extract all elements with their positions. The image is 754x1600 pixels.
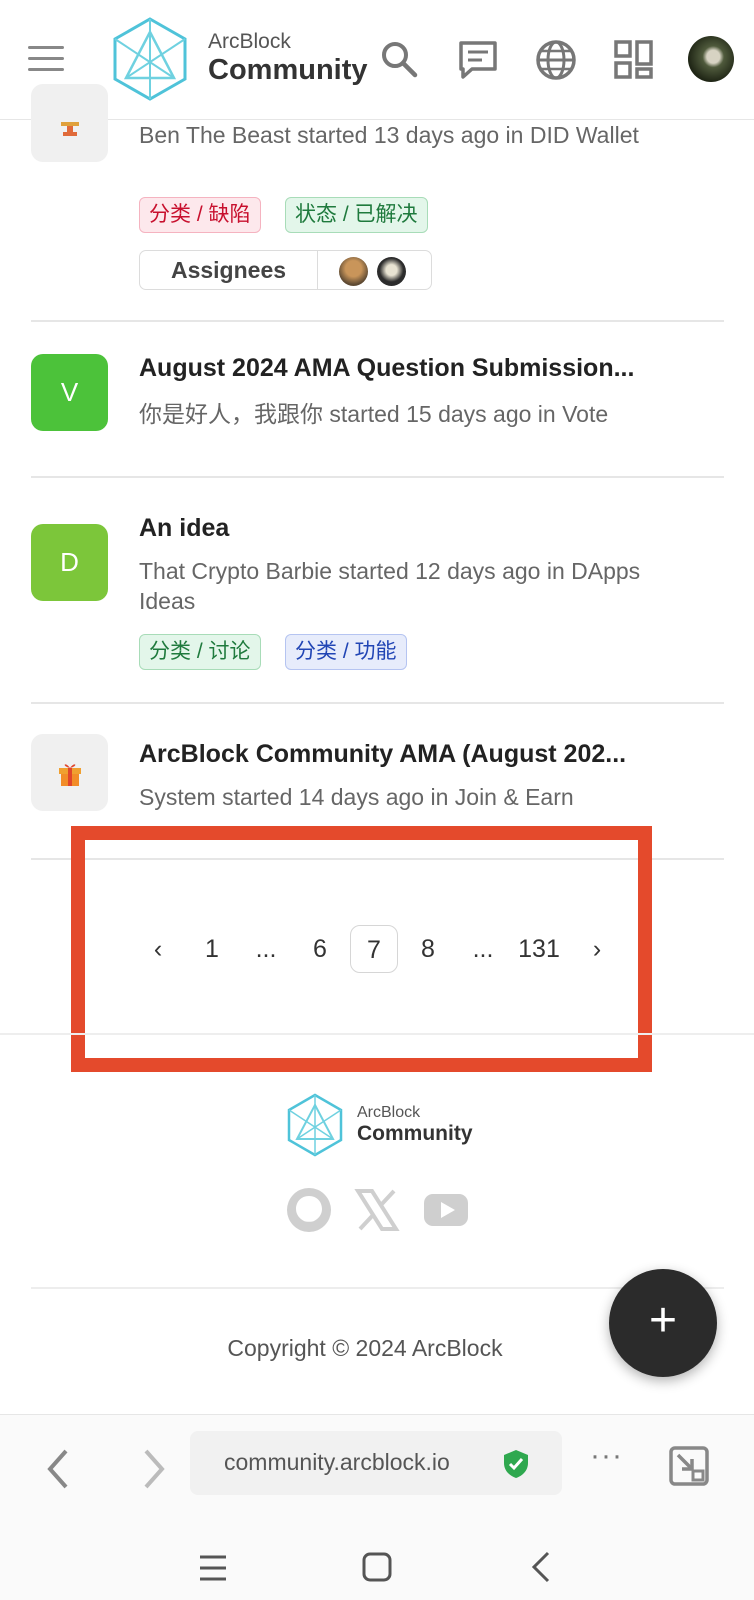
assignees-box[interactable]: Assignees	[139, 250, 432, 290]
browser-back-icon[interactable]	[44, 1447, 72, 1491]
assignees-label: Assignees	[140, 251, 318, 289]
divider	[31, 476, 724, 478]
menu-icon[interactable]	[28, 46, 64, 72]
topic-meta: Ben The Beast started 13 days ago in DID…	[139, 122, 639, 148]
browser-toolbar: community.arcblock.io ···	[0, 1414, 754, 1526]
topic-title[interactable]: ArcBlock Community AMA (August 202...	[139, 740, 626, 769]
browser-forward-icon[interactable]	[140, 1447, 168, 1491]
arcblock-logo[interactable]	[110, 16, 190, 102]
topic-meta: System started 14 days ago in Join & Ear…	[139, 784, 574, 810]
footer-brand-small: ArcBlock	[357, 1104, 421, 1121]
assignee-avatar[interactable]	[377, 257, 406, 286]
search-icon[interactable]	[378, 38, 422, 82]
secure-shield-icon	[504, 1450, 528, 1478]
topic-title[interactable]: August 2024 AMA Question Submission...	[139, 354, 634, 383]
url-bar[interactable]: community.arcblock.io	[190, 1431, 562, 1495]
topic-title[interactable]: An idea	[139, 514, 229, 543]
app-header: ArcBlock Community	[0, 0, 754, 120]
tag-category-bug[interactable]: 分类 / 缺陷	[139, 197, 261, 233]
minimize-window-icon[interactable]	[668, 1445, 710, 1487]
github-icon[interactable]	[286, 1187, 332, 1233]
brand-small: ArcBlock	[208, 30, 291, 53]
gift-icon	[31, 734, 108, 811]
tag-category-discussion[interactable]: 分类 / 讨论	[139, 634, 261, 670]
divider	[31, 702, 724, 704]
url-text: community.arcblock.io	[224, 1449, 450, 1475]
footer-brand[interactable]: ArcBlock Community	[357, 1104, 473, 1146]
assignee-avatar[interactable]	[339, 257, 368, 286]
tag-category-feature[interactable]: 分类 / 功能	[285, 634, 407, 670]
topic-meta: That Crypto Barbie started 12 days ago i…	[139, 558, 641, 614]
trophy-icon	[31, 84, 108, 162]
user-avatar[interactable]	[688, 36, 734, 82]
home-icon[interactable]	[362, 1552, 392, 1582]
brand-name[interactable]: ArcBlock Community	[208, 30, 368, 87]
tag-status-resolved[interactable]: 状态 / 已解决	[285, 197, 428, 233]
x-icon[interactable]	[354, 1187, 400, 1233]
new-topic-fab-button[interactable]: +	[609, 1269, 717, 1377]
brand-big: Community	[208, 54, 368, 86]
globe-icon[interactable]	[534, 38, 578, 82]
pagination-highlight-box	[71, 826, 652, 1072]
browser-menu-icon[interactable]: ···	[590, 1439, 623, 1473]
footer-arcblock-logo[interactable]	[285, 1093, 345, 1157]
topic-meta: 你是好人，我跟你 started 15 days ago in Vote	[139, 401, 609, 427]
apps-icon[interactable]	[612, 38, 656, 82]
system-back-icon[interactable]	[530, 1550, 552, 1584]
topic-avatar: V	[31, 354, 108, 431]
topic-avatar: D	[31, 524, 108, 601]
chat-icon[interactable]	[456, 38, 500, 82]
footer-brand-big: Community	[357, 1122, 473, 1145]
divider	[31, 320, 724, 322]
system-navigation-bar	[0, 1526, 754, 1600]
youtube-icon[interactable]	[422, 1187, 470, 1233]
recent-apps-icon[interactable]	[198, 1554, 228, 1582]
divider	[0, 1033, 754, 1035]
